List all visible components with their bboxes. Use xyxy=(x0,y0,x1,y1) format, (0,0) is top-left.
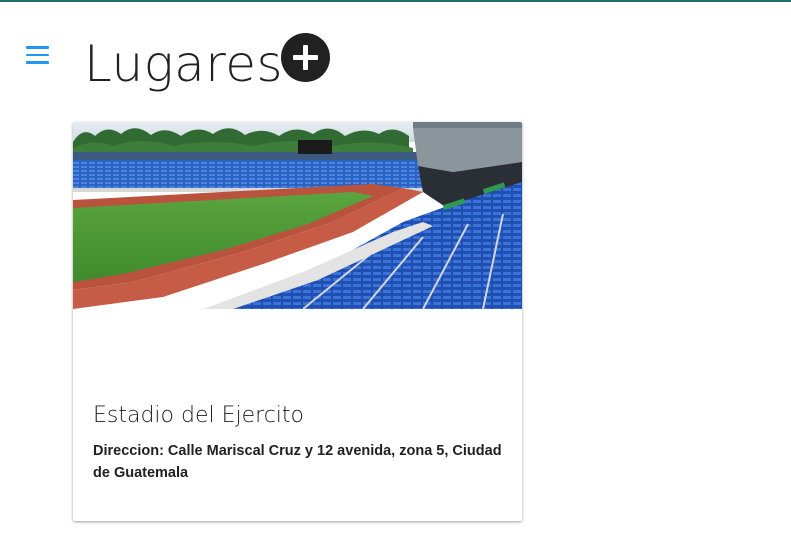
stadium-image xyxy=(73,122,522,309)
plus-icon xyxy=(293,45,318,70)
top-border xyxy=(0,0,791,2)
place-address: Direccion: Calle Mariscal Cruz y 12 aven… xyxy=(93,443,502,481)
place-card[interactable]: Estadio del Ejercito Direccion: Calle Ma… xyxy=(73,122,522,521)
page-title: Lugares xyxy=(84,35,284,93)
place-name: Estadio del Ejercito xyxy=(93,403,305,428)
menu-icon[interactable] xyxy=(26,46,52,66)
add-place-button[interactable] xyxy=(281,33,330,82)
